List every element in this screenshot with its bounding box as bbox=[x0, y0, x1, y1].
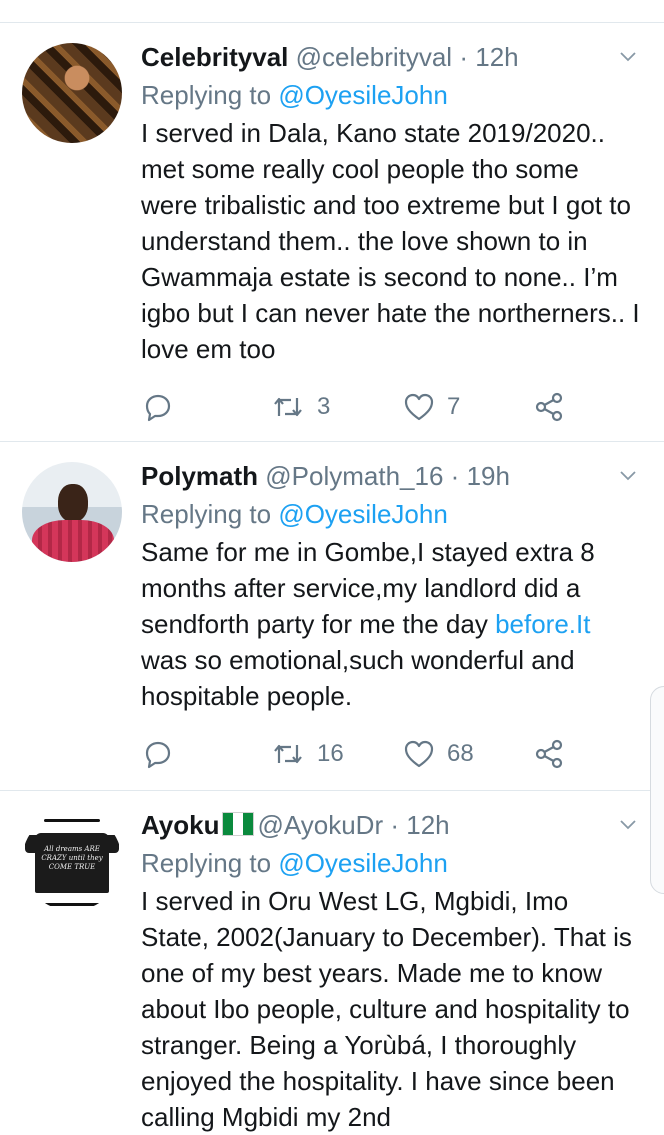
retweet-button[interactable]: 16 bbox=[271, 734, 344, 774]
avatar[interactable] bbox=[22, 462, 122, 562]
tweet-actions: 16 68 bbox=[141, 734, 601, 774]
reply-icon bbox=[145, 741, 171, 769]
like-icon bbox=[404, 740, 434, 768]
user-handle[interactable]: @celebrityval bbox=[296, 42, 452, 72]
like-count: 7 bbox=[447, 393, 461, 420]
like-icon bbox=[404, 393, 434, 421]
timestamp[interactable]: 12h bbox=[475, 42, 518, 72]
retweet-icon bbox=[274, 744, 302, 764]
separator-dot: · bbox=[390, 810, 400, 840]
tweet-card[interactable]: All dreams ARE CRAZY until they COME TRU… bbox=[0, 791, 664, 1132]
top-divider bbox=[0, 0, 664, 23]
timestamp[interactable]: 19h bbox=[467, 461, 510, 491]
retweet-icon bbox=[274, 397, 302, 417]
reply-button[interactable] bbox=[143, 734, 173, 774]
tweet-header: Ayoku @AyokuDr · 12h bbox=[141, 809, 450, 841]
display-name[interactable]: Celebrityval bbox=[141, 42, 288, 72]
tweet-header: Celebrityval @celebrityval · 12h bbox=[141, 41, 519, 73]
tweet-link[interactable]: before.It bbox=[495, 609, 590, 639]
tweet-actions: 3 7 bbox=[141, 387, 601, 427]
tweet-header: Polymath @Polymath_16 · 19h bbox=[141, 460, 510, 492]
like-count: 68 bbox=[447, 740, 474, 767]
user-handle[interactable]: @Polymath_16 bbox=[265, 461, 443, 491]
tweet-text: I served in Dala, Kano state 2019/2020..… bbox=[141, 118, 640, 364]
tweet-card[interactable]: Polymath @Polymath_16 · 19h Replying to … bbox=[0, 442, 664, 791]
tweet-card[interactable]: Celebrityval @celebrityval · 12h Replyin… bbox=[0, 23, 664, 442]
chevron-down-icon[interactable] bbox=[620, 468, 636, 484]
mention-link[interactable]: @OyesileJohn bbox=[278, 848, 447, 878]
display-name[interactable]: Ayoku bbox=[141, 810, 220, 840]
share-icon bbox=[535, 392, 563, 422]
mention-link[interactable]: @OyesileJohn bbox=[278, 80, 447, 110]
chevron-down-icon[interactable] bbox=[620, 49, 636, 65]
retweet-button[interactable]: 3 bbox=[271, 387, 330, 427]
retweet-count: 3 bbox=[317, 393, 331, 420]
retweet-count: 16 bbox=[317, 740, 344, 767]
separator-dot: · bbox=[450, 461, 460, 491]
like-button[interactable]: 68 bbox=[403, 734, 474, 774]
tweet-text: I served in Oru West LG, Mgbidi, Imo Sta… bbox=[141, 886, 632, 1132]
replying-to: Replying to @OyesileJohn bbox=[141, 847, 448, 879]
replying-to-label: Replying to bbox=[141, 80, 272, 110]
timestamp[interactable]: 12h bbox=[406, 810, 449, 840]
chevron-down-icon[interactable] bbox=[620, 817, 636, 833]
avatar[interactable] bbox=[22, 43, 122, 143]
tweet-text: Same for me in Gombe,I stayed extra 8 mo… bbox=[141, 534, 641, 714]
user-handle[interactable]: @AyokuDr bbox=[258, 810, 384, 840]
like-button[interactable]: 7 bbox=[403, 387, 460, 427]
display-name[interactable]: Polymath bbox=[141, 461, 258, 491]
separator-dot: · bbox=[459, 42, 468, 72]
replying-to-label: Replying to bbox=[141, 499, 272, 529]
tweet-text-part: was so emotional,such wonderful and hosp… bbox=[141, 645, 575, 711]
share-icon bbox=[535, 739, 563, 769]
replying-to: Replying to @OyesileJohn bbox=[141, 79, 448, 111]
avatar-text: All dreams ARE CRAZY until they COME TRU… bbox=[41, 845, 103, 871]
avatar[interactable]: All dreams ARE CRAZY until they COME TRU… bbox=[22, 811, 122, 911]
replying-to-label: Replying to bbox=[141, 848, 272, 878]
replying-to: Replying to @OyesileJohn bbox=[141, 498, 448, 530]
reply-icon bbox=[145, 394, 171, 422]
mention-link[interactable]: @OyesileJohn bbox=[278, 499, 447, 529]
share-button[interactable] bbox=[533, 734, 565, 774]
reply-button[interactable] bbox=[143, 387, 173, 427]
scroll-indicator[interactable] bbox=[650, 686, 664, 894]
nigeria-flag-icon bbox=[221, 812, 254, 836]
share-button[interactable] bbox=[533, 387, 565, 427]
